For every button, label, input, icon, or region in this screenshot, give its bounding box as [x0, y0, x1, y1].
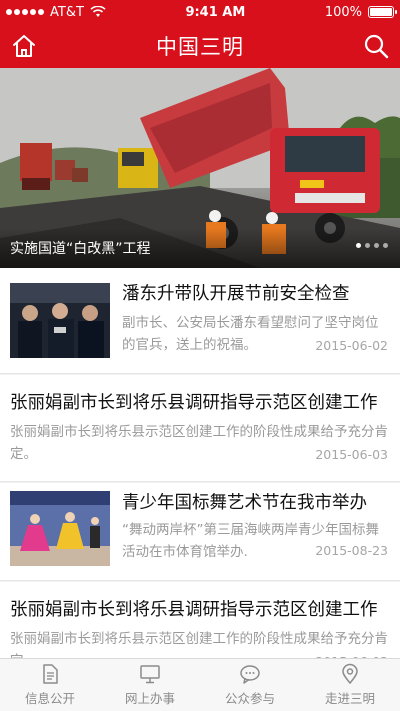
status-bar: AT&T 9:41 AM 100%: [0, 0, 400, 24]
tab-label: 信息公开: [24, 691, 75, 706]
news-item[interactable]: 张丽娟副市长到将乐县调研指导示范区创建工作 张丽娟副市长到将乐县示范区创建工作的…: [0, 375, 400, 482]
status-right: 100%: [324, 4, 397, 20]
news-title: 潘东升带队开展节前安全检查: [122, 284, 350, 304]
status-left: AT&T: [6, 5, 106, 20]
document-icon: [43, 664, 58, 684]
home-icon[interactable]: [10, 32, 38, 60]
banner-caption: 实施国道“白改黑”工程: [0, 228, 400, 268]
tab-public-participation[interactable]: 公众参与: [200, 659, 300, 711]
carousel-dot[interactable]: [365, 243, 370, 248]
tab-bar: 信息公开 网上办事 公众参与 走进三明: [0, 658, 400, 711]
news-date: 2015-06-03: [315, 447, 388, 462]
news-item[interactable]: 潘东升带队开展节前安全检查 副市长、公安局长潘东看望慰问了坚守岗位的官兵，送上的…: [0, 268, 400, 374]
carousel-dot[interactable]: [383, 243, 388, 248]
tab-label: 公众参与: [224, 691, 275, 706]
wifi-icon: [90, 6, 106, 17]
battery-icon: [368, 6, 397, 18]
tab-label: 网上办事: [124, 691, 175, 706]
news-thumbnail: [10, 283, 110, 358]
news-item[interactable]: 青少年国标舞艺术节在我市举办 “舞动两岸杯”第三届海峡两岸青少年国标舞活动在市体…: [0, 483, 400, 581]
signal-icon: [6, 9, 44, 15]
news-title: 青少年国标舞艺术节在我市举办: [122, 493, 367, 513]
location-pin-icon: [342, 663, 358, 685]
tab-online-services[interactable]: 网上办事: [100, 659, 200, 711]
banner-carousel[interactable]: 实施国道“白改黑”工程: [0, 68, 400, 268]
news-title: 张丽娟副市长到将乐县调研指导示范区创建工作: [10, 393, 378, 413]
carousel-dot[interactable]: [356, 243, 361, 248]
tab-explore-sanming[interactable]: 走进三明: [300, 659, 400, 711]
carrier-label: AT&T: [50, 4, 84, 20]
monitor-icon: [140, 665, 160, 684]
tab-label: 走进三明: [324, 691, 375, 706]
clock: 9:41 AM: [185, 4, 246, 20]
carousel-indicator: [356, 243, 388, 248]
news-date: 2015-06-02: [315, 338, 388, 353]
tab-info-public[interactable]: 信息公开: [0, 659, 100, 711]
nav-bar: 中国三明: [0, 24, 400, 68]
chat-icon: [240, 665, 260, 684]
battery-fill: [370, 8, 392, 16]
battery-percent: 100%: [324, 4, 362, 20]
page-title: 中国三明: [156, 35, 244, 59]
search-icon[interactable]: [362, 32, 390, 60]
news-thumbnail: [10, 491, 110, 566]
carousel-dot[interactable]: [374, 243, 379, 248]
news-title: 张丽娟副市长到将乐县调研指导示范区创建工作: [10, 600, 378, 620]
news-date: 2015-08-23: [315, 543, 388, 558]
